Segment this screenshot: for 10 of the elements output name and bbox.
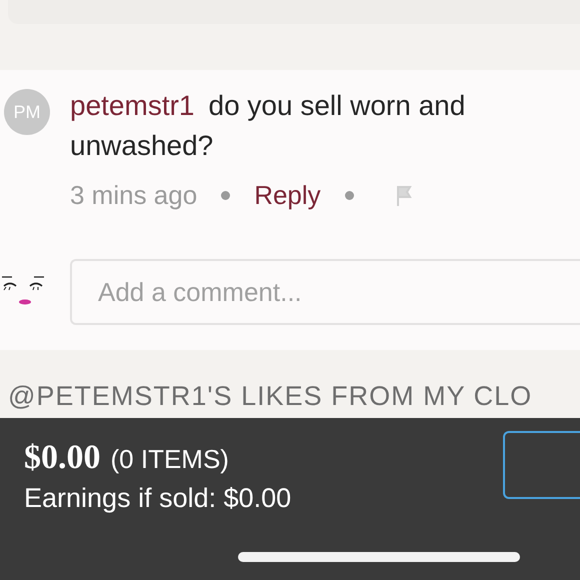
- section-title: @PETEMSTR1'S LIKES FROM MY CLO: [8, 380, 532, 412]
- comment-input[interactable]: Add a comment...: [70, 259, 580, 325]
- reply-link[interactable]: Reply: [254, 176, 321, 215]
- comment-time: 3 mins ago: [70, 179, 198, 212]
- username-link[interactable]: petemstr1: [70, 90, 194, 121]
- bundle-total: $0.00: [24, 438, 100, 478]
- comment-text: petemstr1 do you sell worn and unwashed?: [70, 89, 466, 163]
- earnings-text: Earnings if sold: $0.00: [24, 483, 292, 513]
- item-count: (0 ITEMS): [110, 443, 229, 476]
- checkout-button[interactable]: [503, 431, 580, 499]
